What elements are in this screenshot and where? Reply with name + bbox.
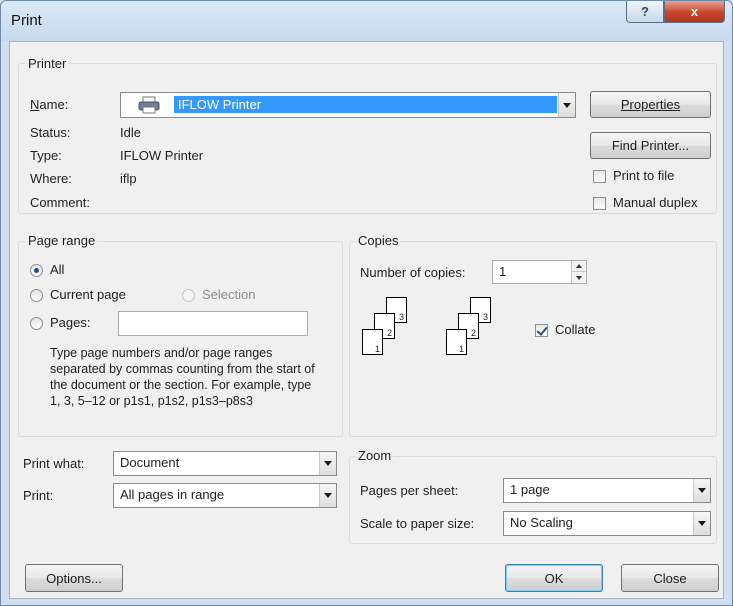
selection-radio <box>182 289 195 302</box>
pages-per-sheet-select[interactable]: 1 page <box>503 478 711 503</box>
printer-group-label: Printer <box>26 56 69 71</box>
print-dialog: Print ? x Printer Name: IFLOW Printer St… <box>0 0 733 606</box>
collate-checkbox[interactable] <box>535 324 548 337</box>
collate-label[interactable]: Collate <box>555 322 595 337</box>
current-page-label[interactable]: Current page <box>50 287 126 302</box>
name-label: Name: <box>30 97 69 112</box>
scale-to-paper-dropdown-arrow[interactable] <box>693 512 710 535</box>
chevron-down-icon <box>698 521 706 526</box>
type-label: Type: <box>30 148 62 163</box>
selection-label: Selection <box>202 287 256 302</box>
zoom-group-label: Zoom <box>356 448 394 463</box>
options-button-label: Options... <box>46 570 102 586</box>
title-bar[interactable]: Print ? x <box>1 1 732 41</box>
print-select[interactable]: All pages in range <box>113 483 337 508</box>
print-label: Print: <box>23 488 54 503</box>
scale-to-paper-label: Scale to paper size: <box>360 516 475 531</box>
chevron-down-icon <box>324 493 332 498</box>
help-icon: ? <box>641 4 649 19</box>
copies-increment[interactable] <box>571 261 586 272</box>
copies-value: 1 <box>499 264 507 279</box>
pages-label[interactable]: Pages: <box>50 315 90 330</box>
chevron-up-icon <box>576 264 582 268</box>
help-button[interactable]: ? <box>626 1 664 23</box>
page-range-group-label: Page range <box>26 233 98 248</box>
copies-spinner[interactable]: 1 <box>492 260 587 284</box>
properties-button[interactable]: Properties <box>590 91 711 118</box>
chevron-down-icon <box>563 102 571 108</box>
all-pages-label[interactable]: All <box>50 262 64 277</box>
pages-input[interactable] <box>118 311 308 336</box>
print-what-value: Document <box>120 455 180 470</box>
all-pages-radio[interactable] <box>30 264 43 277</box>
chevron-down-icon <box>576 275 582 280</box>
printer-name-dropdown-arrow[interactable] <box>558 93 575 117</box>
print-to-file-checkbox[interactable] <box>593 170 606 183</box>
collate-stack-b-page-1: 1 <box>446 329 467 355</box>
dialog-body: Printer Name: IFLOW Printer Status: Idle… <box>9 41 724 599</box>
pages-radio[interactable] <box>30 317 43 330</box>
copies-decrement[interactable] <box>571 272 586 283</box>
comment-label: Comment: <box>30 195 90 210</box>
where-value: iflp <box>120 171 137 186</box>
close-icon: x <box>690 4 699 19</box>
copies-group-label: Copies <box>356 233 401 248</box>
find-printer-button[interactable]: Find Printer... <box>590 132 711 159</box>
print-dropdown-arrow[interactable] <box>319 484 336 507</box>
pages-per-sheet-value: 1 page <box>510 482 550 497</box>
chevron-down-icon <box>324 461 332 466</box>
dialog-title: Print <box>11 12 42 29</box>
options-button[interactable]: Options... <box>25 564 123 592</box>
print-to-file-label[interactable]: Print to file <box>613 168 674 183</box>
print-what-label: Print what: <box>23 456 85 471</box>
manual-duplex-label[interactable]: Manual duplex <box>613 195 698 210</box>
chevron-down-icon <box>698 488 706 493</box>
properties-button-label: Properties <box>620 97 681 112</box>
pages-per-sheet-label: Pages per sheet: <box>360 483 459 498</box>
ok-button[interactable]: OK <box>505 564 603 592</box>
close-window-button[interactable]: x <box>664 1 725 23</box>
printer-icon <box>138 96 160 114</box>
scale-to-paper-value: No Scaling <box>510 515 573 530</box>
collate-stack-a-page-1: 1 <box>362 329 383 355</box>
number-of-copies-label: Number of copies: <box>360 265 466 280</box>
status-value: Idle <box>120 125 141 140</box>
type-value: IFLOW Printer <box>120 148 204 163</box>
scale-to-paper-select[interactable]: No Scaling <box>503 511 711 536</box>
printer-name-value: IFLOW Printer <box>173 95 558 114</box>
status-label: Status: <box>30 125 71 140</box>
close-button[interactable]: Close <box>621 564 719 592</box>
current-page-radio[interactable] <box>30 289 43 302</box>
ok-button-label: OK <box>544 570 564 586</box>
print-what-dropdown-arrow[interactable] <box>319 452 336 475</box>
close-button-label: Close <box>653 570 687 586</box>
print-value: All pages in range <box>120 487 225 502</box>
page-range-help-text: Type page numbers and/or page ranges sep… <box>50 346 315 408</box>
find-printer-button-label: Find Printer... <box>611 138 690 153</box>
manual-duplex-checkbox[interactable] <box>593 197 606 210</box>
printer-name-select[interactable]: IFLOW Printer <box>120 92 576 118</box>
print-what-select[interactable]: Document <box>113 451 337 476</box>
pages-per-sheet-dropdown-arrow[interactable] <box>693 479 710 502</box>
where-label: Where: <box>30 171 72 186</box>
